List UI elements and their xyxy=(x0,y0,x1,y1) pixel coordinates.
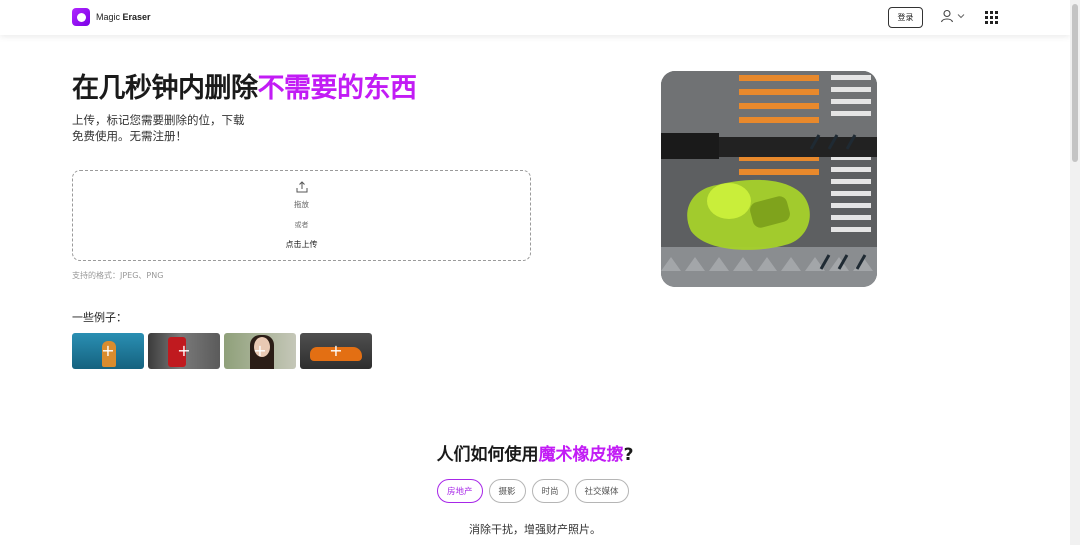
examples-label: 一些例子： xyxy=(72,311,127,324)
logo-word-magic: Magic xyxy=(96,12,121,22)
usage-title-plain: 人们如何使用 xyxy=(436,445,539,465)
plus-icon: + xyxy=(253,341,267,360)
plus-icon: + xyxy=(101,341,115,360)
hero-title-accent: 不需要的东西 xyxy=(257,73,418,104)
click-upload-link[interactable]: 点击上传 xyxy=(286,239,318,250)
example-fox-thumbnail[interactable]: + xyxy=(72,333,144,369)
top-navigation-bar: Magic Eraser 登录 xyxy=(0,0,1070,35)
supported-formats: 支持的格式：JPEG、PNG xyxy=(72,271,164,280)
tab-social-media[interactable]: 社交媒体 xyxy=(574,479,629,503)
hero-subtitle: 上传，标记您需要删除的位，下载 免费使用。无需注册！ xyxy=(72,112,245,144)
logo-word-eraser: Eraser xyxy=(122,12,151,22)
example-car-thumbnail[interactable]: + xyxy=(300,333,372,369)
usage-title-end: ? xyxy=(623,445,634,465)
tab-fashion[interactable]: 时尚 xyxy=(531,479,569,503)
logo[interactable]: Magic Eraser xyxy=(72,8,151,26)
plus-icon: + xyxy=(177,341,191,360)
chevron-down-icon xyxy=(957,14,965,19)
upload-icon xyxy=(296,181,307,193)
tab-photography[interactable]: 摄影 xyxy=(488,479,526,503)
usage-title-accent: 魔术橡皮擦 xyxy=(538,445,624,465)
hero-title: 在几秒钟内删除不需要的东西 xyxy=(72,66,417,105)
usage-section-title: 人们如何使用魔术橡皮擦? xyxy=(0,440,1070,465)
user-icon xyxy=(940,9,954,23)
hero-title-plain: 在几秒钟内删除 xyxy=(72,73,258,104)
example-portrait-thumbnail[interactable]: + xyxy=(224,333,296,369)
drag-drop-text: 拖放 xyxy=(294,200,309,209)
hero-subtitle-line1: 上传，标记您需要删除的位，下载 xyxy=(72,113,245,127)
logo-text: Magic Eraser xyxy=(96,12,151,22)
scrollbar[interactable] xyxy=(1070,0,1080,545)
examples-list: + + + + xyxy=(72,333,372,369)
logo-icon xyxy=(72,8,90,26)
upload-dropzone[interactable]: 拖放 或者 点击上传 xyxy=(72,170,531,261)
apps-grid-icon[interactable] xyxy=(985,11,998,24)
scrollbar-thumb[interactable] xyxy=(1072,4,1078,162)
or-text: 或者 xyxy=(294,221,309,229)
hero-subtitle-line2: 免费使用。无需注册！ xyxy=(72,129,187,143)
login-button[interactable]: 登录 xyxy=(888,7,923,28)
hero-demo-image xyxy=(661,71,877,287)
example-can-thumbnail[interactable]: + xyxy=(148,333,220,369)
usage-tabs: 房地产 摄影 时尚 社交媒体 xyxy=(437,479,629,503)
usage-description: 消除干扰，增强财产照片。 xyxy=(469,523,601,536)
user-menu[interactable] xyxy=(940,9,965,23)
plus-icon: + xyxy=(329,341,343,360)
tab-real-estate[interactable]: 房地产 xyxy=(437,479,483,503)
